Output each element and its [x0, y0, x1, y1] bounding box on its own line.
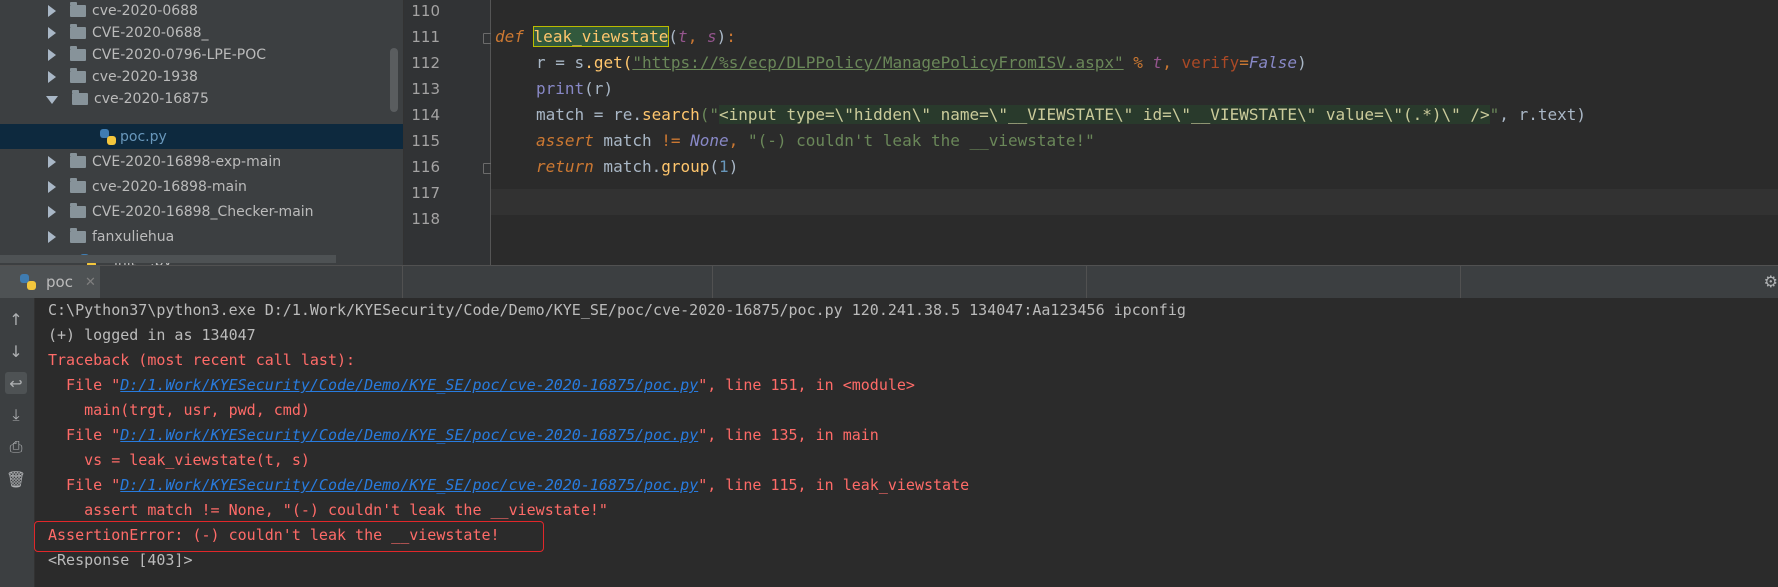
code-line-115: assert match != None, "(-) couldn't leak… — [536, 131, 1095, 150]
folder-icon — [70, 177, 86, 193]
chevron-right-icon[interactable] — [48, 70, 56, 83]
code-line-114: match = re.search("<input type=\"hidden\… — [536, 105, 1586, 124]
tree-vertical-scrollbar[interactable] — [390, 48, 398, 112]
line-number: 112 — [411, 54, 440, 72]
chevron-right-icon[interactable] — [48, 4, 56, 17]
tree-item-cve-2020-16898-main[interactable]: cve-2020-16898-main — [0, 174, 403, 199]
down-arrow-icon[interactable]: ↓ — [5, 340, 27, 362]
folder-icon — [70, 45, 86, 61]
code-line-116: return match.group(1) — [536, 157, 739, 176]
trash-icon[interactable]: 🗑 — [5, 468, 27, 490]
console-line: vs = leak_viewstate(t, s) — [48, 451, 310, 469]
tree-item-poc-py[interactable]: poc.py — [0, 124, 403, 149]
tab-run-poc[interactable]: poc ✕ — [0, 266, 100, 298]
file-link[interactable]: D:/1.Work/KYESecurity/Code/Demo/KYE_SE/p… — [120, 476, 698, 494]
console-line: File "D:/1.Work/KYESecurity/Code/Demo/KY… — [48, 376, 915, 394]
console-line: C:\Python37\python3.exe D:/1.Work/KYESec… — [48, 301, 1186, 319]
folder-icon — [70, 23, 86, 39]
tree-horizontal-scrollbar[interactable] — [0, 255, 336, 263]
python-file-icon — [20, 274, 36, 290]
console-line: File "D:/1.Work/KYESecurity/Code/Demo/KY… — [48, 476, 970, 494]
line-number: 110 — [411, 2, 440, 20]
print-icon[interactable]: ⎙ — [5, 436, 27, 458]
close-icon[interactable]: ✕ — [85, 275, 96, 290]
tree-item-cve-2020-16875[interactable]: cve-2020-16875 — [0, 86, 403, 111]
folder-icon — [70, 1, 86, 17]
file-link[interactable]: D:/1.Work/KYESecurity/Code/Demo/KYE_SE/p… — [120, 376, 698, 394]
tree-item-cve-2020-16898-exp-main[interactable]: CVE-2020-16898-exp-main — [0, 149, 403, 174]
folder-icon — [70, 227, 86, 243]
up-arrow-icon[interactable]: ↑ — [5, 308, 27, 330]
line-number: 116 — [411, 158, 440, 176]
console-line: assert match != None, "(-) couldn't leak… — [48, 501, 608, 519]
code-line-112: r = s.get("https://%s/ecp/DLPPolicy/Mana… — [536, 53, 1307, 72]
tree-item-fanxuliehua[interactable]: fanxuliehua — [0, 224, 403, 249]
line-number: 115 — [411, 132, 440, 150]
chevron-right-icon[interactable] — [48, 205, 56, 218]
tree-item-cve-2020-16898-checker-main[interactable]: CVE-2020-16898_Checker-main — [0, 199, 403, 224]
folder-icon — [70, 152, 86, 168]
folder-icon — [70, 67, 86, 83]
chevron-right-icon[interactable] — [48, 155, 56, 168]
project-tree: cve-2020-0688 CVE-2020-0688_ CVE-2020-07… — [0, 0, 404, 265]
python-file-icon — [100, 128, 116, 145]
code-editor[interactable]: def leak_viewstate(t, s): r = s.get("htt… — [491, 0, 1778, 265]
editor-gutter: 110 111 112 113 114 115 116 117 118 — [404, 0, 494, 265]
run-toolbar: ↑ ↓ ↩ ⤓ ⎙ 🗑 — [0, 298, 35, 587]
chevron-right-icon[interactable] — [48, 230, 56, 243]
console-line: File "D:/1.Work/KYESecurity/Code/Demo/KY… — [48, 426, 879, 444]
line-number: 113 — [411, 80, 440, 98]
console-line: main(trgt, usr, pwd, cmd) — [48, 401, 310, 419]
gear-icon[interactable]: ⚙ — [1764, 272, 1778, 291]
code-line-111: def leak_viewstate(t, s): — [495, 26, 736, 47]
chevron-down-icon[interactable] — [46, 95, 58, 104]
scroll-to-end-icon[interactable]: ⤓ — [5, 404, 27, 426]
chevron-right-icon[interactable] — [48, 26, 56, 39]
console-line: Traceback (most recent call last): — [48, 351, 356, 369]
line-number: 111 — [411, 28, 440, 46]
run-panel-header: poc ✕ — [0, 265, 1778, 299]
line-number: 117 — [411, 184, 440, 202]
folder-icon — [72, 89, 88, 105]
error-highlight-box — [34, 521, 544, 552]
code-line-113: print(r) — [536, 79, 614, 98]
line-number: 114 — [411, 106, 440, 124]
file-link[interactable]: D:/1.Work/KYESecurity/Code/Demo/KYE_SE/p… — [120, 426, 698, 444]
line-number: 118 — [411, 210, 440, 228]
code-line-117-current — [491, 189, 1778, 215]
console-line: (+) logged in as 134047 — [48, 326, 256, 344]
soft-wrap-icon[interactable]: ↩ — [5, 372, 27, 394]
chevron-right-icon[interactable] — [48, 48, 56, 61]
chevron-right-icon[interactable] — [48, 180, 56, 193]
folder-icon — [70, 202, 86, 218]
